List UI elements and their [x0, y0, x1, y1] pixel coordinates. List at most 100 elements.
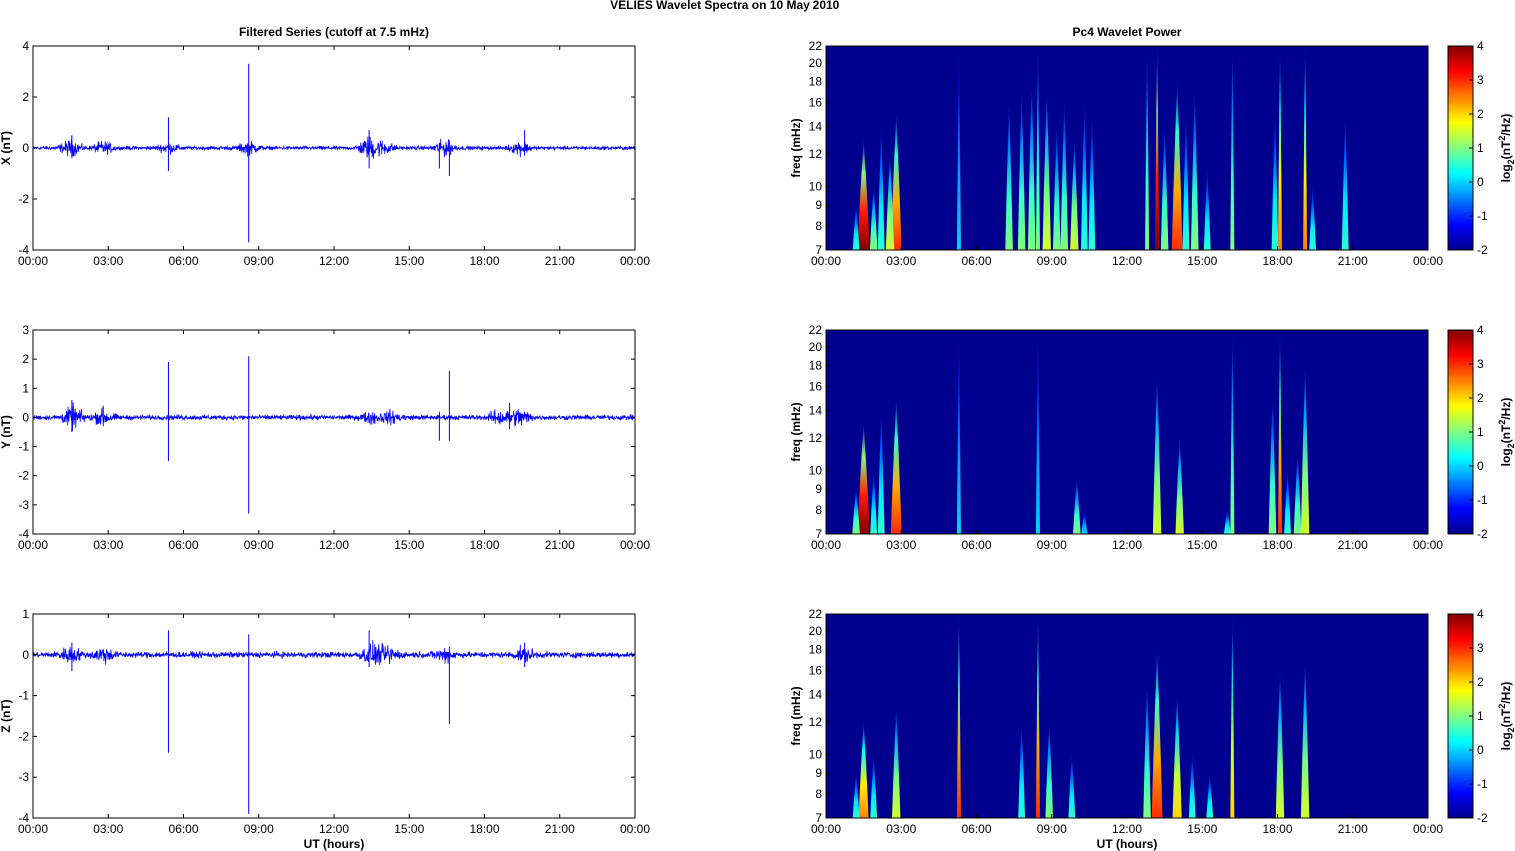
colorbar-tick-label: -1: [1477, 209, 1488, 223]
x-tick-label: 00:00: [1413, 822, 1443, 836]
panel-z: 10-1-2-3-4Z (nT)00:00 03:00 06:00 09:00 12:0…: [0, 607, 1515, 836]
x-tick-label: 15:00: [1187, 538, 1217, 552]
y-tick-label: -1: [18, 440, 29, 454]
y-tick-label: 3: [22, 323, 29, 337]
freq-tick-label: 9: [815, 482, 822, 496]
colorbar: 4 3 2 1 0 -1 -2 log2(nT2/Hz): [1447, 39, 1515, 257]
y-tick-label: 1: [22, 381, 29, 395]
freq-tick-label: 18: [809, 643, 823, 657]
freq-tick-label: 9: [815, 198, 822, 212]
x-tick-label: 03:00: [93, 538, 123, 552]
x-tick-label: 09:00: [1037, 822, 1067, 836]
y-tick-label: -1: [18, 689, 29, 703]
y-tick-label: 1: [22, 607, 29, 621]
freq-tick-label: 22: [809, 39, 823, 53]
freq-tick-label: 12: [809, 431, 823, 445]
spectrogram-background: [826, 46, 1428, 250]
colorbar-tick-label: 1: [1477, 709, 1484, 723]
x-tick-label: 18:00: [469, 254, 499, 268]
timeseries-plot: 3210-1-2-3-4Y (nT)00:00 03:00 06:00 09:00 12…: [0, 323, 650, 552]
x-tick-label: 03:00: [886, 822, 916, 836]
freq-tick-label: 9: [815, 766, 822, 780]
figure-title: VELIES Wavelet Spectra on 10 May: [610, 0, 810, 12]
y-tick-label: -2: [18, 469, 29, 483]
x-tick-label: 12:00: [319, 822, 349, 836]
freq-tick-label: 18: [809, 75, 823, 89]
freq-tick-label: 22: [809, 607, 823, 621]
figure-year: 2010: [813, 0, 840, 12]
freq-tick-label: 8: [815, 787, 822, 801]
x-tick-label: 03:00: [886, 538, 916, 552]
x-tick-label: 06:00: [168, 822, 198, 836]
freq-tick-label: 16: [809, 380, 823, 394]
freq-tick-label: 10: [809, 747, 823, 761]
colorbar-tick-label: 4: [1477, 607, 1484, 621]
x-tick-label: 06:00: [961, 538, 991, 552]
x-tick-label: 00:00: [620, 822, 650, 836]
colorbar-tick-label: -2: [1477, 527, 1488, 541]
right-column-title: Pc4 Wavelet Power: [1073, 25, 1182, 39]
freq-tick-label: 18: [809, 359, 823, 373]
colorbar-label: log2(nT2/Hz): [1497, 682, 1515, 751]
colorbar-tick-label: 0: [1477, 743, 1484, 757]
y-tick-label: 0: [22, 648, 29, 662]
x-tick-label: 00:00: [811, 822, 841, 836]
y-axis-label: Z (nT): [0, 699, 13, 732]
freq-tick-label: 16: [809, 96, 823, 110]
x-tick-label: 00:00: [620, 538, 650, 552]
wavelet-plot: 78910121416182022freq (mHz)00:00 03:00 06:…: [789, 323, 1443, 552]
freq-tick-label: 14: [809, 688, 823, 702]
x-tick-label: 09:00: [244, 538, 274, 552]
y-axis-label: X (nT): [0, 131, 13, 165]
colorbar: 4 3 2 1 0 -1 -2 log2(nT2/Hz): [1447, 323, 1515, 541]
x-tick-label: 00:00: [811, 254, 841, 268]
panel-y: 3210-1-2-3-4Y (nT)00:00 03:00 06:00 09:00 12…: [0, 323, 1515, 552]
x-tick-label: 09:00: [244, 254, 274, 268]
x-tick-label: 03:00: [93, 822, 123, 836]
x-tick-label: 21:00: [545, 538, 575, 552]
colorbar-tick-label: -1: [1477, 777, 1488, 791]
x-tick-label: 15:00: [1187, 822, 1217, 836]
wavelet-plot: 78910121416182022freq (mHz)00:00 03:00 06:…: [789, 39, 1443, 268]
freq-tick-label: 16: [809, 664, 823, 678]
x-tick-label: 21:00: [1338, 538, 1368, 552]
colorbar-tick-label: 3: [1477, 73, 1484, 87]
x-tick-label: 18:00: [1262, 254, 1292, 268]
y-tick-label: -2: [18, 192, 29, 206]
colorbar-tick-label: 1: [1477, 141, 1484, 155]
x-tick-label: 18:00: [1262, 822, 1292, 836]
x-tick-label: 18:00: [469, 822, 499, 836]
x-tick-label: 00:00: [18, 254, 48, 268]
x-tick-label: 00:00: [18, 822, 48, 836]
y-tick-label: 0: [22, 410, 29, 424]
y-tick-label: 2: [22, 90, 29, 104]
freq-axis-label: freq (mHz): [789, 402, 803, 461]
plot-area: [32, 613, 636, 819]
x-tick-label: 00:00: [1413, 538, 1443, 552]
x-tick-label: 09:00: [1037, 254, 1067, 268]
x-axis-label-left: UT (hours): [304, 837, 365, 851]
x-tick-label: 12:00: [1112, 538, 1142, 552]
y-tick-label: 4: [22, 39, 29, 53]
colorbar-tick-label: 2: [1477, 675, 1484, 689]
x-tick-label: 12:00: [319, 254, 349, 268]
spectrogram-background: [826, 614, 1428, 818]
wavelet-plot: 78910121416182022freq (mHz)00:00 03:00 06:…: [789, 607, 1443, 836]
x-tick-label: 06:00: [961, 254, 991, 268]
x-tick-label: 15:00: [394, 254, 424, 268]
x-tick-label: 09:00: [1037, 538, 1067, 552]
timeseries-plot: 420-2-4X (nT)00:00 03:00 06:00 09:00 12:00 15…: [0, 39, 650, 268]
x-axis-label-right: UT (hours): [1097, 837, 1158, 851]
spectrogram-background: [826, 330, 1428, 534]
y-tick-label: -3: [18, 770, 29, 784]
freq-tick-label: 20: [809, 624, 823, 638]
colorbar-tick-label: 2: [1477, 391, 1484, 405]
freq-tick-label: 22: [809, 323, 823, 337]
x-tick-label: 00:00: [620, 254, 650, 268]
y-tick-label: 0: [22, 141, 29, 155]
colorbar: 4 3 2 1 0 -1 -2 log2(nT2/Hz): [1447, 607, 1515, 825]
y-tick-label: -2: [18, 729, 29, 743]
x-tick-label: 03:00: [93, 254, 123, 268]
left-column-title: Filtered Series (cutoff at 7.5 mHz): [239, 25, 429, 39]
freq-axis-label: freq (mHz): [789, 118, 803, 177]
